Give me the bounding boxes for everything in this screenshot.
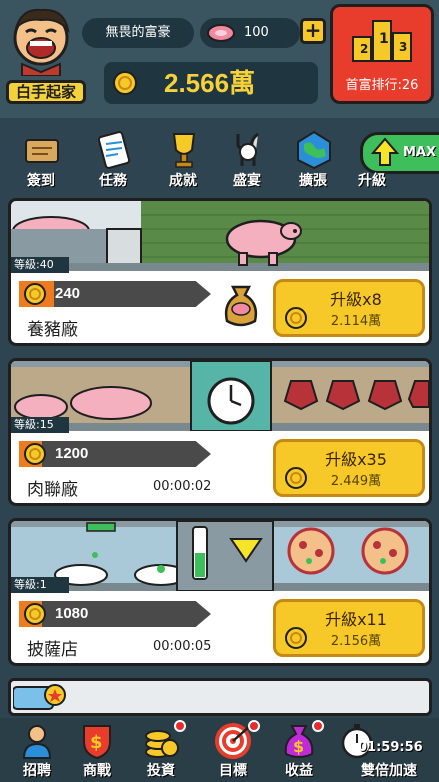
next-business-strip[interactable] [8, 678, 432, 716]
expand-label: 擴張 [299, 173, 327, 189]
header-panel: 白手起家 無畏的富豪 100 + 2.566萬 2 1 3 首富排行:26 [0, 0, 439, 118]
coin-icon [24, 283, 46, 305]
meat-count: 100 [244, 25, 269, 40]
trophy-icon [172, 133, 196, 168]
dollar-shield-icon: $ [83, 725, 111, 760]
upgrade-button[interactable]: 升級x11 2.156萬 [273, 599, 425, 657]
meat-icon [207, 24, 235, 42]
pizza-shop-scene [11, 521, 429, 591]
business-name: 養豬廠 [27, 320, 78, 340]
production-progress: 1200 [19, 441, 211, 467]
recruit-icon [22, 725, 52, 759]
meat-bag-icon[interactable] [221, 281, 261, 329]
expand-button[interactable]: 擴張 [282, 122, 344, 194]
rank-label: 首富排行:26 [345, 78, 419, 93]
coin-icon [113, 71, 137, 95]
notification-badge [248, 720, 260, 732]
pig-farm-scene [11, 201, 429, 271]
achievements-button[interactable]: 成就 [152, 122, 214, 194]
player-name[interactable]: 無畏的富豪 [82, 18, 194, 48]
rank-button[interactable]: 2 1 3 首富排行:26 [330, 4, 434, 104]
business-card-meat-plant: 等級:15 1200 肉聯廠 00:00:02 升級x35 2.449萬 [8, 358, 432, 506]
achievements-label: 成就 [169, 173, 197, 189]
upgrade-cost: 2.449萬 [330, 474, 382, 489]
svg-text:1: 1 [379, 31, 389, 47]
signin-button[interactable]: 簽到 [10, 122, 72, 194]
add-meat-button[interactable]: + [300, 18, 326, 44]
nav-label: 投資 [147, 763, 175, 779]
nav-target[interactable]: 目標 [202, 718, 264, 782]
avatar[interactable] [8, 6, 74, 76]
nav-label: 收益 [285, 763, 313, 779]
production-value: 1200 [55, 445, 89, 462]
clipboard-icon [97, 131, 131, 169]
svg-text:3: 3 [399, 40, 407, 54]
upgrade-cost: 2.156萬 [330, 634, 382, 649]
coin-icon [24, 443, 46, 465]
upgrade-label: 升級 [358, 173, 386, 189]
podium-icon: 2 1 3 [352, 20, 412, 62]
tasks-label: 任務 [99, 173, 127, 189]
business-card-pig-farm: 等級:40 240 養豬廠 升級x8 2.114萬 [8, 198, 432, 346]
nav-label: 目標 [219, 763, 247, 779]
business-name: 披薩店 [27, 640, 78, 660]
notification-badge [174, 720, 186, 732]
coin-icon [24, 603, 46, 625]
svg-text:$: $ [293, 737, 304, 756]
cutlery-icon [236, 132, 259, 166]
production-value: 240 [55, 285, 81, 302]
nav-label: 商戰 [83, 763, 111, 779]
production-progress: 1080 [19, 601, 211, 627]
level-tag: 等級:40 [11, 257, 69, 273]
production-timer: 00:00:05 [153, 639, 212, 654]
scroll-icon [25, 139, 59, 163]
nav-label: 雙倍加速 [361, 763, 417, 779]
boost-timer: 01:59:56 [358, 740, 423, 755]
player-title-badge: 白手起家 [6, 80, 86, 104]
svg-text:$: $ [90, 732, 103, 753]
signin-label: 簽到 [27, 173, 55, 189]
meat-counter: 100 [200, 18, 300, 48]
feast-label: 盛宴 [233, 173, 261, 189]
arrow-up-icon [371, 137, 399, 166]
upgrade-button[interactable]: 升級x35 2.449萬 [273, 439, 425, 497]
business-name: 肉聯廠 [27, 480, 78, 500]
meat-plant-scene [11, 361, 429, 431]
business-card-pizza-shop: 等級:1 1080 披薩店 00:00:05 升級x11 2.156萬 [8, 518, 432, 666]
upgrade-button[interactable]: 升級x8 2.114萬 [273, 279, 425, 337]
upgrade-max-button[interactable]: MAX [360, 132, 439, 174]
production-progress: 240 [19, 281, 211, 307]
upgrade-cost: 2.114萬 [330, 314, 382, 329]
production-timer: 00:00:02 [153, 479, 212, 494]
money-display: 2.566萬 [104, 62, 318, 104]
level-tag: 等級:15 [11, 417, 69, 433]
target-icon [215, 723, 251, 759]
globe-icon [297, 130, 331, 170]
nav-invest[interactable]: 投資 [130, 718, 192, 782]
notification-badge [312, 720, 324, 732]
nav-income[interactable]: $ 收益 [268, 718, 330, 782]
nav-label: 招聘 [23, 763, 51, 779]
bottom-nav: 招聘 $ 商戰 投資 目標 $ 收益 雙倍加速 01:59:56 [0, 718, 439, 782]
production-value: 1080 [55, 605, 89, 622]
nav-recruit[interactable]: 招聘 [6, 718, 68, 782]
level-tag: 等級:1 [11, 577, 69, 593]
svg-text:2: 2 [360, 42, 368, 56]
feast-button[interactable]: 盛宴 [216, 122, 278, 194]
scroll-medal-icon [13, 684, 66, 710]
money-amount: 2.566萬 [164, 68, 256, 98]
nav-battle[interactable]: $ 商戰 [66, 718, 128, 782]
tasks-button[interactable]: 任務 [82, 122, 144, 194]
max-label: MAX [403, 145, 437, 160]
